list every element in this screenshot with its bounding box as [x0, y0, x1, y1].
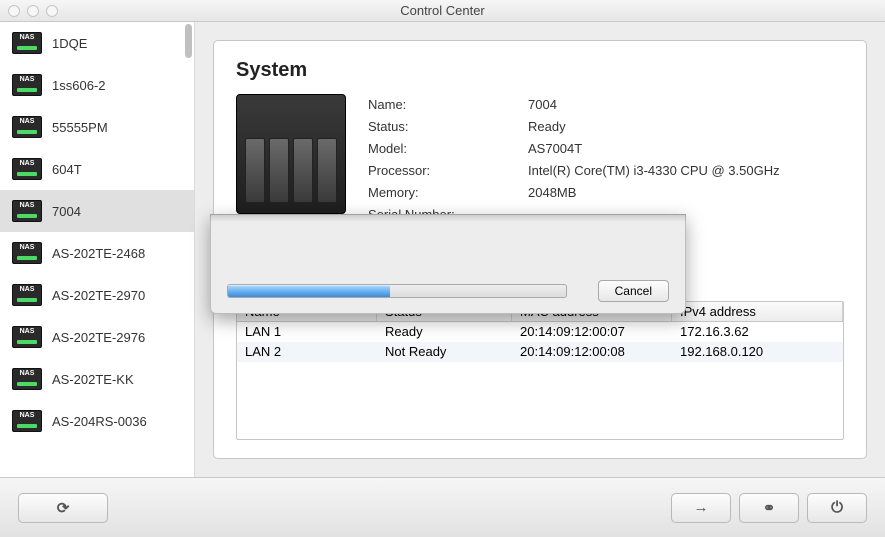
link-icon: ⚭ — [763, 499, 776, 517]
nas-icon — [12, 326, 42, 348]
zoom-window-button[interactable] — [46, 5, 58, 17]
info-value: AS7004T — [528, 138, 844, 160]
refresh-icon: ⟳ — [57, 499, 70, 517]
sidebar-item-nas-4[interactable]: 7004 — [0, 190, 194, 232]
cell-ip: 172.16.3.62 — [672, 322, 843, 342]
nas-icon — [12, 284, 42, 306]
nas-icon — [12, 410, 42, 432]
bottom-toolbar: ⟳ → ⚭ ⏻ — [0, 477, 885, 537]
cell-status: Ready — [377, 322, 512, 342]
sidebar-item-nas-9[interactable]: AS-204RS-0036 — [0, 400, 194, 442]
sidebar-item-label: 1DQE — [52, 36, 87, 51]
sidebar-item-label: 55555PM — [52, 120, 108, 135]
sidebar-item-nas-8[interactable]: AS-202TE-KK — [0, 358, 194, 400]
network-table: Name Status MAC address IPv4 address LAN… — [236, 301, 844, 440]
titlebar: Control Center — [0, 0, 885, 22]
minimize-window-button[interactable] — [27, 5, 39, 17]
sidebar-item-nas-7[interactable]: AS-202TE-2976 — [0, 316, 194, 358]
cell-name: LAN 1 — [237, 322, 377, 342]
nas-icon — [12, 32, 42, 54]
connect-button[interactable]: → — [671, 493, 731, 523]
window-title: Control Center — [0, 3, 885, 18]
nas-icon — [12, 74, 42, 96]
sidebar-item-nas-0[interactable]: 1DQE — [0, 22, 194, 64]
device-image — [236, 94, 346, 214]
info-value: 7004 — [528, 94, 844, 116]
sidebar-item-nas-1[interactable]: 1ss606-2 — [0, 64, 194, 106]
info-value: Intel(R) Core(TM) i3-4330 CPU @ 3.50GHz — [528, 160, 844, 182]
nas-icon — [12, 200, 42, 222]
sidebar-item-nas-5[interactable]: AS-202TE-2468 — [0, 232, 194, 274]
info-label: Memory: — [368, 182, 528, 204]
info-label: Model: — [368, 138, 528, 160]
traffic-lights — [8, 5, 58, 17]
progress-fill — [228, 285, 390, 297]
sidebar: 1DQE 1ss606-2 55555PM 604T 7004 AS-202TE… — [0, 22, 195, 477]
col-ip[interactable]: IPv4 address — [672, 302, 843, 321]
cell-ip: 192.168.0.120 — [672, 342, 843, 362]
sidebar-item-label: 604T — [52, 162, 82, 177]
table-row[interactable]: LAN 1 Ready 20:14:09:12:00:07 172.16.3.6… — [237, 322, 843, 342]
cell-mac: 20:14:09:12:00:08 — [512, 342, 672, 362]
table-row[interactable]: LAN 2 Not Ready 20:14:09:12:00:08 192.16… — [237, 342, 843, 362]
cell-mac: 20:14:09:12:00:07 — [512, 322, 672, 342]
sidebar-item-label: 1ss606-2 — [52, 78, 105, 93]
sidebar-scrollbar[interactable] — [185, 24, 192, 58]
info-label: Processor: — [368, 160, 528, 182]
cell-name: LAN 2 — [237, 342, 377, 362]
system-heading: System — [236, 59, 844, 82]
link-button[interactable]: ⚭ — [739, 493, 799, 523]
sidebar-item-nas-3[interactable]: 604T — [0, 148, 194, 190]
sidebar-item-label: AS-202TE-2468 — [52, 246, 145, 261]
arrow-right-icon: → — [694, 499, 709, 516]
progress-sheet: Cancel — [210, 214, 686, 314]
sidebar-item-label: AS-202TE-2970 — [52, 288, 145, 303]
nas-icon — [12, 242, 42, 264]
power-button[interactable]: ⏻ — [807, 493, 867, 523]
cell-status: Not Ready — [377, 342, 512, 362]
cancel-button[interactable]: Cancel — [598, 280, 669, 302]
nas-icon — [12, 158, 42, 180]
close-window-button[interactable] — [8, 5, 20, 17]
info-value: Ready — [528, 116, 844, 138]
sidebar-item-label: AS-204RS-0036 — [52, 414, 147, 429]
nas-icon — [12, 368, 42, 390]
nas-icon — [12, 116, 42, 138]
info-label: Status: — [368, 116, 528, 138]
power-icon: ⏻ — [831, 499, 843, 516]
info-label: Name: — [368, 94, 528, 116]
sidebar-item-label: AS-202TE-KK — [52, 372, 134, 387]
sidebar-item-nas-2[interactable]: 55555PM — [0, 106, 194, 148]
sidebar-item-label: 7004 — [52, 204, 81, 219]
sidebar-item-nas-6[interactable]: AS-202TE-2970 — [0, 274, 194, 316]
info-value: 2048MB — [528, 182, 844, 204]
sidebar-item-label: AS-202TE-2976 — [52, 330, 145, 345]
refresh-button[interactable]: ⟳ — [18, 493, 108, 523]
progress-bar — [227, 284, 567, 298]
